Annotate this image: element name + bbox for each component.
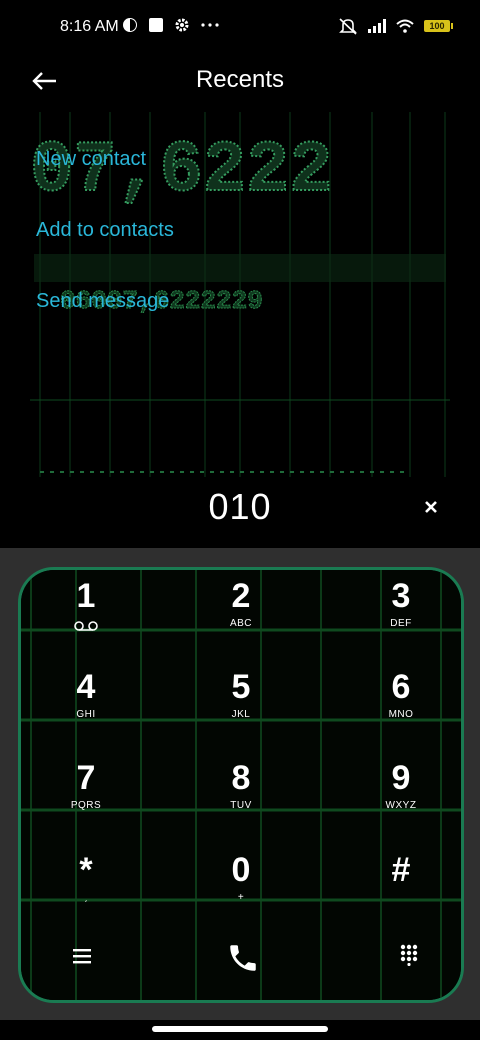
key-3-digit: 3 [391, 577, 411, 615]
wifi-icon [396, 19, 414, 33]
key-2-letters: ABC [229, 618, 253, 629]
key-3-letters: DEF [390, 618, 412, 629]
key-7-letters: PQRS [70, 800, 102, 811]
key-6-digit: 6 [391, 668, 411, 706]
key-5[interactable]: 5 JKL [181, 667, 301, 747]
gesture-nav-bar[interactable] [152, 1026, 328, 1032]
menu-icon[interactable] [71, 946, 93, 966]
square-notification-icon [149, 18, 163, 32]
key-0[interactable]: 0 + [181, 850, 301, 930]
status-icons-left [122, 17, 220, 33]
key-6-letters: MNO [388, 709, 414, 720]
moon-timer-icon [123, 18, 137, 32]
key-5-digit: 5 [231, 668, 251, 706]
call-icon[interactable] [226, 941, 260, 975]
recents-area: 07,6222 06007,6222229 New contact Add to… [0, 112, 480, 477]
clear-icon[interactable] [418, 494, 444, 520]
status-time: 8:16 AM [60, 18, 119, 35]
voicemail-icon [74, 621, 98, 631]
key-star-digit: * [79, 851, 93, 889]
keypad: 1 2 ABC 3 DEF 4 GHI 5 JKL 6 MNO 7 PQRS 8… [18, 567, 464, 1003]
key-8-digit: 8 [231, 759, 251, 797]
key-2-digit: 2 [231, 577, 251, 615]
dialer-screen: 8:16 AM 100 Recents 07,6222 06007,622222… [0, 0, 480, 1040]
key-1[interactable]: 1 [26, 576, 146, 656]
key-0-digit: 0 [231, 851, 251, 889]
settings-gear-icon [175, 18, 189, 32]
page-title: Recents [195, 66, 285, 93]
new-contact-link[interactable]: New contact [36, 148, 146, 171]
key-6[interactable]: 6 MNO [341, 667, 461, 747]
signal-icon [368, 19, 386, 33]
key-8[interactable]: 8 TUV [181, 758, 301, 838]
dialed-number: 010 [208, 486, 272, 527]
add-to-contacts-link[interactable]: Add to contacts [36, 219, 174, 242]
send-message-link[interactable]: Send message [36, 290, 169, 313]
key-hash-digit: # [391, 851, 411, 889]
battery-level: 100 [429, 21, 445, 31]
status-icons-right: 100 [338, 17, 453, 35]
key-8-letters: TUV [230, 800, 252, 811]
key-9-letters: WXYZ [385, 800, 417, 811]
key-7-digit: 7 [76, 759, 96, 797]
key-4-letters: GHI [76, 709, 96, 720]
svg-text:07,6222: 07,6222 [30, 130, 332, 212]
key-4-digit: 4 [76, 668, 96, 706]
key-2[interactable]: 2 ABC [181, 576, 301, 656]
key-7[interactable]: 7 PQRS [26, 758, 146, 838]
mute-icon [339, 18, 357, 35]
key-9[interactable]: 9 WXYZ [341, 758, 461, 838]
key-5-letters: JKL [231, 709, 251, 720]
key-star[interactable]: * ˏ [26, 850, 146, 930]
more-dots-icon [201, 23, 219, 27]
status-bar: 8:16 AM 100 [0, 0, 480, 56]
key-0-sub: + [237, 892, 245, 903]
key-9-digit: 9 [391, 759, 411, 797]
key-1-digit: 1 [76, 577, 96, 615]
key-4[interactable]: 4 GHI [26, 667, 146, 747]
key-3[interactable]: 3 DEF [341, 576, 461, 656]
key-star-sub: ˏ [84, 892, 88, 903]
key-hash[interactable]: # [341, 850, 461, 930]
battery-icon: 100 [424, 20, 453, 32]
dialpad-icon[interactable] [399, 944, 419, 966]
